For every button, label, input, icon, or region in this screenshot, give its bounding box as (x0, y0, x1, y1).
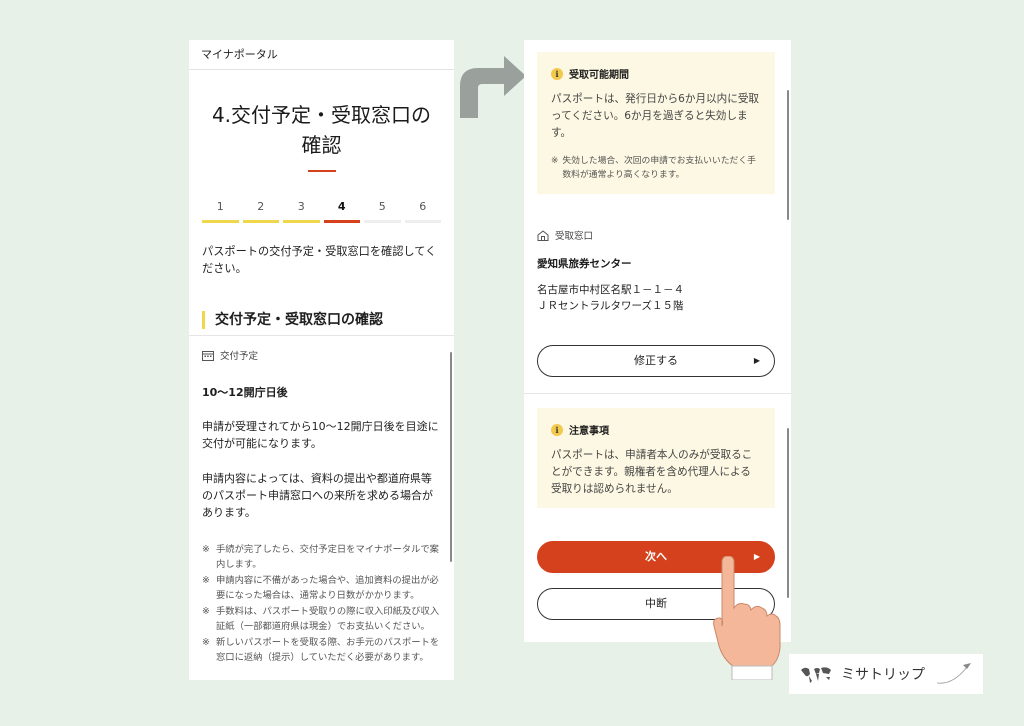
step-4: 4 (323, 200, 360, 223)
step-5: 5 (364, 200, 401, 223)
note-item: ※ 手数料は、パスポート受取りの際に収入印紙及び収入証紙（一部都道府県は現金）でお… (202, 606, 440, 632)
section-heading: 交付予定・受取窓口の確認 (202, 311, 441, 329)
step-indicator: 1 2 3 4 5 6 (202, 200, 441, 223)
page-title-line2: 確認 (301, 133, 342, 157)
notes-list: ※ 手続が完了したら、交付予定日をマイナポータルで案内します。 ※ 申請内容に不備が… (202, 543, 441, 665)
airplane-icon (936, 663, 971, 684)
note-item: ※ 手続が完了したら、交付予定日をマイナポータルで案内します。 (202, 544, 439, 570)
section-divider (189, 335, 454, 336)
schedule-description: 申請が受理されてから10〜12開庁日後を目途に交付が可能になります。 (202, 420, 439, 450)
pickup-center-address: 名古屋市中村区名駅１－１－４ ＪＲセントラルタワーズ１５階 (537, 284, 684, 312)
portal-header: マイナポータル (189, 40, 454, 70)
step-6: 6 (404, 200, 441, 223)
schedule-label-text: 交付予定 (220, 351, 259, 362)
caution-body: パスポートは、申請者本人のみが受取ることができます。親権者を含め代理人による受取… (551, 449, 753, 495)
info-icon: i (551, 423, 563, 436)
info-icon: i (551, 67, 563, 80)
pickup-window-label: 受取窓口 (537, 228, 593, 242)
section-divider (524, 393, 791, 394)
step-1: 1 (202, 200, 239, 223)
calendar-icon (202, 350, 214, 361)
title-underline (307, 170, 336, 172)
intro-text: パスポートの交付予定・受取窓口を確認してください。 (202, 245, 437, 275)
pickup-period-body: パスポートは、発行日から6か月以内に受取ってください。6か月を過ぎると失効します… (551, 93, 760, 139)
pickup-period-title: i 受取可能期間 (551, 66, 761, 81)
pickup-center-name: 愛知県旅券センター (537, 258, 632, 270)
note-item: ※ 申請内容に不備があった場合や、追加資料の提出が必要になった場合は、通常より日数… (202, 575, 439, 601)
right-scrollbar-top[interactable] (787, 90, 789, 220)
right-scrollbar-bottom[interactable] (787, 428, 789, 598)
page-title-line1: 4.交付予定・受取窓口の (211, 103, 432, 127)
pointing-hand-icon (713, 556, 781, 680)
triangle-right-icon: ▶ (753, 356, 760, 365)
page-title: 4.交付予定・受取窓口の 確認 (189, 100, 454, 160)
edit-button[interactable]: 修正する ▶ (537, 345, 775, 377)
schedule-label: 交付予定 (202, 348, 441, 362)
note-item: ※ 新しいパスポートを受取る際、お手元のパスポートを窓口に返納（提示）していただく… (202, 637, 440, 663)
pickup-period-box: i 受取可能期間 パスポートは、発行日から6か月以内に受取ってください。6か月を… (537, 52, 775, 194)
world-map-icon (801, 667, 831, 683)
step-3: 3 (283, 200, 320, 223)
additional-docs-description: 申請内容によっては、資料の提出や都道府県等のパスポート申請窓口への来所を求める場… (202, 472, 433, 519)
brand-name: ミサトリップ (841, 667, 925, 683)
schedule-value: 10〜12開庁日後 (202, 386, 288, 399)
step-2: 2 (242, 200, 279, 223)
left-screen: マイナポータル 4.交付予定・受取窓口の 確認 1 2 3 4 5 6 パスポー… (189, 40, 454, 680)
caution-title: i 注意事項 (551, 422, 761, 437)
building-icon (537, 229, 549, 241)
right-screen: i 受取可能期間 パスポートは、発行日から6か月以内に受取ってください。6か月を… (524, 40, 791, 642)
left-scrollbar[interactable] (450, 352, 452, 562)
pickup-period-note: ※ 失効した場合、次回の申請でお支払いいただく手数料が通常より高くなります。 (551, 156, 756, 180)
brand-logo: ミサトリップ (789, 654, 983, 694)
curved-arrow-icon (460, 56, 526, 118)
caution-box: i 注意事項 パスポートは、申請者本人のみが受取ることができます。親権者を含め代… (537, 408, 775, 508)
